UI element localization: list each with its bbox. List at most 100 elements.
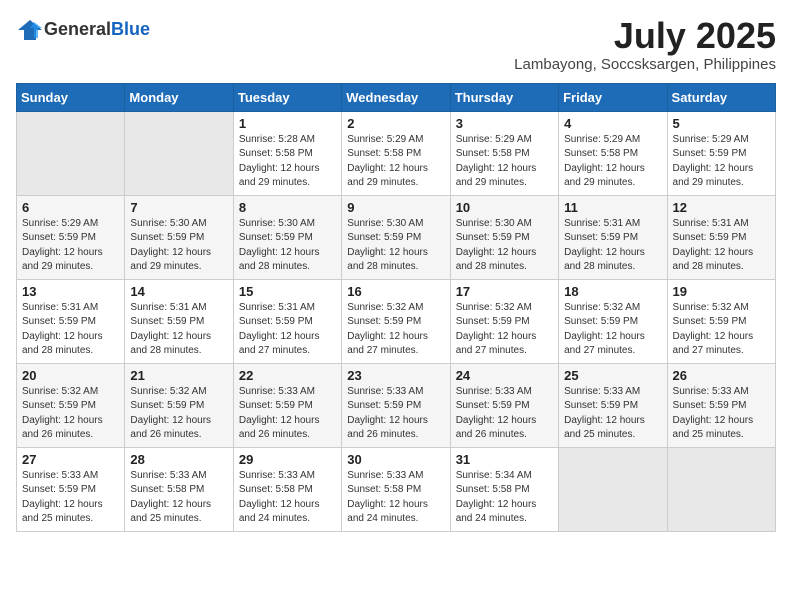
day-number: 28 (130, 452, 227, 467)
calendar-cell (125, 111, 233, 195)
day-number: 8 (239, 200, 336, 215)
weekday-header-sunday: Sunday (17, 83, 125, 111)
calendar-cell: 5 Sunrise: 5:29 AM Sunset: 5:59 PM Daylig… (667, 111, 775, 195)
calendar-cell: 1 Sunrise: 5:28 AM Sunset: 5:58 PM Daylig… (233, 111, 341, 195)
day-number: 15 (239, 284, 336, 299)
header: GeneralBlue July 2025 Lambayong, Soccsks… (16, 16, 776, 73)
calendar-cell: 24 Sunrise: 5:33 AM Sunset: 5:59 PM Dayli… (450, 363, 558, 447)
calendar-cell: 13Sunrise: 5:31 AM Sunset: 5:59 PM Dayli… (17, 279, 125, 363)
calendar-cell: 2Sunrise: 5:29 AM Sunset: 5:58 PM Daylig… (342, 111, 450, 195)
day-detail: Sunrise: 5:29 AM Sunset: 5:59 PM Dayligh… (673, 133, 770, 191)
calendar-cell: 15 Sunrise: 5:31 AM Sunset: 5:59 PM Dayli… (233, 279, 341, 363)
weekday-header-friday: Friday (559, 83, 667, 111)
day-number: 20 (22, 368, 119, 383)
weekday-header-thursday: Thursday (450, 83, 558, 111)
day-number: 17 (456, 284, 553, 299)
day-number: 23 (347, 368, 444, 383)
calendar-cell: 6 Sunrise: 5:29 AM Sunset: 5:59 PM Daylig… (17, 195, 125, 279)
day-number: 1 (239, 116, 336, 131)
calendar-cell: 19 Sunrise: 5:32 AM Sunset: 5:59 PM Dayli… (667, 279, 775, 363)
day-detail: Sunrise: 5:28 AM Sunset: 5:58 PM Dayligh… (239, 133, 336, 191)
day-detail: Sunrise: 5:33 AM Sunset: 5:59 PM Dayligh… (673, 385, 770, 443)
calendar-cell: 31 Sunrise: 5:34 AM Sunset: 5:58 PM Dayli… (450, 447, 558, 531)
day-detail: Sunrise: 5:30 AM Sunset: 5:59 PM Dayligh… (456, 217, 553, 275)
day-detail: Sunrise: 5:31 AM Sunset: 5:59 PM Dayligh… (564, 217, 661, 275)
day-number: 22 (239, 368, 336, 383)
day-detail: Sunrise: 5:29 AM Sunset: 5:58 PM Dayligh… (456, 133, 553, 191)
day-detail: Sunrise: 5:32 AM Sunset: 5:59 PM Dayligh… (564, 301, 661, 359)
day-number: 21 (130, 368, 227, 383)
day-number: 16 (347, 284, 444, 299)
weekday-header-row: SundayMondayTuesdayWednesdayThursdayFrid… (17, 83, 776, 111)
title-area: July 2025 Lambayong, Soccsksargen, Phili… (514, 16, 776, 73)
calendar-cell: 17Sunrise: 5:32 AM Sunset: 5:59 PM Dayli… (450, 279, 558, 363)
day-number: 9 (347, 200, 444, 215)
day-detail: Sunrise: 5:30 AM Sunset: 5:59 PM Dayligh… (239, 217, 336, 275)
day-detail: Sunrise: 5:29 AM Sunset: 5:59 PM Dayligh… (22, 217, 119, 275)
calendar-cell: 26 Sunrise: 5:33 AM Sunset: 5:59 PM Dayli… (667, 363, 775, 447)
day-detail: Sunrise: 5:32 AM Sunset: 5:59 PM Dayligh… (347, 301, 444, 359)
logo-blue-text: Blue (111, 19, 150, 39)
day-number: 12 (673, 200, 770, 215)
calendar-cell: 3 Sunrise: 5:29 AM Sunset: 5:58 PM Daylig… (450, 111, 558, 195)
day-detail: Sunrise: 5:31 AM Sunset: 5:59 PM Dayligh… (239, 301, 336, 359)
calendar-cell: 12 Sunrise: 5:31 AM Sunset: 5:59 PM Dayli… (667, 195, 775, 279)
day-number: 24 (456, 368, 553, 383)
day-detail: Sunrise: 5:34 AM Sunset: 5:58 PM Dayligh… (456, 469, 553, 527)
day-detail: Sunrise: 5:33 AM Sunset: 5:58 PM Dayligh… (130, 469, 227, 527)
calendar-cell: 25 Sunrise: 5:33 AM Sunset: 5:59 PM Dayli… (559, 363, 667, 447)
weekday-header-monday: Monday (125, 83, 233, 111)
logo-general-text: General (44, 19, 111, 39)
day-detail: Sunrise: 5:33 AM Sunset: 5:59 PM Dayligh… (456, 385, 553, 443)
calendar-cell: 30 Sunrise: 5:33 AM Sunset: 5:58 PM Dayli… (342, 447, 450, 531)
day-detail: Sunrise: 5:33 AM Sunset: 5:58 PM Dayligh… (347, 469, 444, 527)
calendar-cell: 18 Sunrise: 5:32 AM Sunset: 5:59 PM Dayli… (559, 279, 667, 363)
calendar-table: SundayMondayTuesdayWednesdayThursdayFrid… (16, 83, 776, 532)
calendar-cell: 27 Sunrise: 5:33 AM Sunset: 5:59 PM Dayli… (17, 447, 125, 531)
calendar-cell: 29Sunrise: 5:33 AM Sunset: 5:58 PM Dayli… (233, 447, 341, 531)
day-number: 27 (22, 452, 119, 467)
day-number: 18 (564, 284, 661, 299)
day-number: 19 (673, 284, 770, 299)
calendar-cell: 7Sunrise: 5:30 AM Sunset: 5:59 PM Daylig… (125, 195, 233, 279)
day-number: 26 (673, 368, 770, 383)
day-detail: Sunrise: 5:32 AM Sunset: 5:59 PM Dayligh… (673, 301, 770, 359)
day-number: 29 (239, 452, 336, 467)
day-detail: Sunrise: 5:32 AM Sunset: 5:59 PM Dayligh… (22, 385, 119, 443)
day-number: 5 (673, 116, 770, 131)
day-number: 11 (564, 200, 661, 215)
weekday-header-tuesday: Tuesday (233, 83, 341, 111)
day-detail: Sunrise: 5:29 AM Sunset: 5:58 PM Dayligh… (347, 133, 444, 191)
calendar-cell: 4Sunrise: 5:29 AM Sunset: 5:58 PM Daylig… (559, 111, 667, 195)
calendar-cell: 16 Sunrise: 5:32 AM Sunset: 5:59 PM Dayli… (342, 279, 450, 363)
day-number: 13 (22, 284, 119, 299)
week-row-2: 6 Sunrise: 5:29 AM Sunset: 5:59 PM Daylig… (17, 195, 776, 279)
calendar-cell: 10 Sunrise: 5:30 AM Sunset: 5:59 PM Dayli… (450, 195, 558, 279)
location-title: Lambayong, Soccsksargen, Philippines (514, 56, 776, 73)
day-number: 3 (456, 116, 553, 131)
weekday-header-saturday: Saturday (667, 83, 775, 111)
calendar-cell: 20 Sunrise: 5:32 AM Sunset: 5:59 PM Dayli… (17, 363, 125, 447)
calendar-cell: 14 Sunrise: 5:31 AM Sunset: 5:59 PM Dayli… (125, 279, 233, 363)
day-number: 10 (456, 200, 553, 215)
calendar-cell (559, 447, 667, 531)
day-detail: Sunrise: 5:33 AM Sunset: 5:59 PM Dayligh… (22, 469, 119, 527)
day-detail: Sunrise: 5:32 AM Sunset: 5:59 PM Dayligh… (130, 385, 227, 443)
day-number: 14 (130, 284, 227, 299)
day-number: 25 (564, 368, 661, 383)
calendar-cell: 8 Sunrise: 5:30 AM Sunset: 5:59 PM Daylig… (233, 195, 341, 279)
calendar-cell: 9Sunrise: 5:30 AM Sunset: 5:59 PM Daylig… (342, 195, 450, 279)
calendar-cell: 23Sunrise: 5:33 AM Sunset: 5:59 PM Dayli… (342, 363, 450, 447)
day-detail: Sunrise: 5:31 AM Sunset: 5:59 PM Dayligh… (130, 301, 227, 359)
week-row-1: 1 Sunrise: 5:28 AM Sunset: 5:58 PM Daylig… (17, 111, 776, 195)
day-detail: Sunrise: 5:33 AM Sunset: 5:59 PM Dayligh… (564, 385, 661, 443)
logo: GeneralBlue (16, 16, 150, 44)
day-number: 4 (564, 116, 661, 131)
day-number: 6 (22, 200, 119, 215)
day-number: 30 (347, 452, 444, 467)
day-number: 31 (456, 452, 553, 467)
calendar-cell: 22Sunrise: 5:33 AM Sunset: 5:59 PM Dayli… (233, 363, 341, 447)
calendar-cell: 28 Sunrise: 5:33 AM Sunset: 5:58 PM Dayli… (125, 447, 233, 531)
day-detail: Sunrise: 5:31 AM Sunset: 5:59 PM Dayligh… (673, 217, 770, 275)
calendar-cell: 21 Sunrise: 5:32 AM Sunset: 5:59 PM Dayli… (125, 363, 233, 447)
